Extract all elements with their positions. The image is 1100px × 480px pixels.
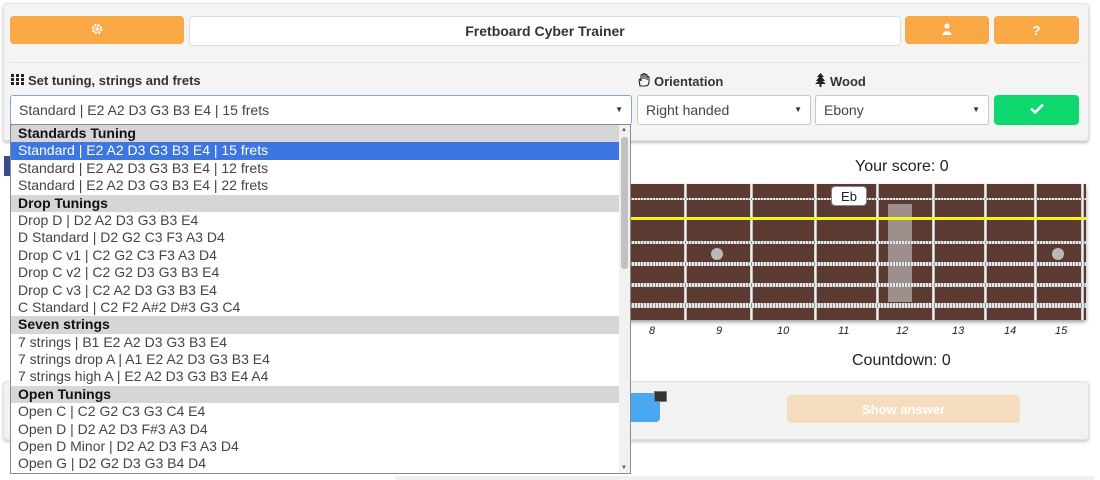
user-button[interactable] <box>905 16 989 44</box>
tree-icon <box>815 73 826 90</box>
tuning-label: Set tuning, strings and frets <box>11 73 201 88</box>
tuning-label-text: Set tuning, strings and frets <box>28 73 201 88</box>
fret-wire <box>984 184 987 320</box>
dropdown-option[interactable]: 7 strings high A | E2 A2 D3 G3 B3 E4 A4 <box>11 368 619 385</box>
fret-number: 9 <box>716 325 723 337</box>
scroll-down-arrow-icon[interactable]: ▼ <box>621 465 627 471</box>
string <box>626 283 1086 287</box>
dropdown-option[interactable]: Open C | C2 G2 C3 G3 C4 E4 <box>11 403 619 420</box>
fret-wire <box>1034 184 1037 320</box>
dropdown-group-header: Standards Tuning <box>11 125 619 143</box>
wood-label: Wood <box>815 73 866 90</box>
chevron-down-icon: ▼ <box>615 105 623 114</box>
wood-label-text: Wood <box>830 74 866 89</box>
string <box>626 303 1086 308</box>
dropdown-option[interactable]: Drop D | D2 A2 D3 G3 B3 E4 <box>11 212 619 229</box>
dropdown-option[interactable]: Drop C v3 | C2 A2 D3 G3 B3 E4 <box>11 282 619 299</box>
check-icon <box>1029 101 1044 119</box>
divider <box>10 62 1082 63</box>
dropdown-option[interactable]: Open D Minor | D2 A2 D3 F3 A3 D4 <box>11 438 619 455</box>
settings-button[interactable] <box>10 16 184 44</box>
dropdown-group-header: Seven strings <box>11 316 619 334</box>
lower-panel-edge <box>395 476 1095 480</box>
dropdown-option[interactable]: 7 strings | B1 E2 A2 D3 G3 B3 E4 <box>11 334 619 351</box>
hand-icon <box>637 72 650 90</box>
user-icon <box>942 22 952 38</box>
dropdown-option-selected[interactable]: Standard | E2 A2 D3 G3 B3 E4 | 15 frets <box>11 142 619 160</box>
help-button[interactable]: ? <box>994 16 1079 44</box>
dropdown-group-header: Open Tunings <box>11 385 619 404</box>
fret-number: 15 <box>1055 325 1068 337</box>
fret-wire <box>684 184 687 320</box>
chevron-down-icon: ▼ <box>794 105 802 114</box>
scroll-up-arrow-icon[interactable]: ▲ <box>621 127 627 133</box>
orientation-select-value: Right handed <box>646 102 730 118</box>
wood-select[interactable]: Ebony ▼ <box>815 95 989 125</box>
note-marker: Eb <box>831 186 867 206</box>
fret-wire <box>814 184 817 320</box>
confirm-button[interactable] <box>994 95 1079 125</box>
fretboard[interactable]: Eb <box>626 184 1086 320</box>
help-button-label: ? <box>1032 22 1041 38</box>
dropdown-option[interactable]: Open G | D2 G2 D3 G3 B4 D4 <box>11 455 619 472</box>
dropdown-group-header: Drop Tunings <box>11 194 619 212</box>
string <box>626 241 1086 244</box>
input-handle <box>654 391 667 402</box>
tuning-dropdown-list[interactable]: Standards Tuning Standard | E2 A2 D3 G3 B… <box>10 124 631 474</box>
string <box>626 262 1086 266</box>
chevron-down-icon: ▼ <box>972 105 980 114</box>
dropdown-option[interactable]: Drop C v1 | C2 G2 C3 F3 A3 D4 <box>11 247 619 264</box>
show-answer-button[interactable]: Show answer <box>787 395 1020 423</box>
tuning-select-value: Standard | E2 A2 D3 G3 B3 E4 | 15 frets <box>19 102 270 118</box>
fret-wire <box>1081 184 1084 320</box>
tuning-select[interactable]: Standard | E2 A2 D3 G3 B3 E4 | 15 frets … <box>10 95 632 125</box>
fret-number: 10 <box>777 325 790 337</box>
scrollbar-thumb[interactable] <box>621 137 628 269</box>
fret-number: 12 <box>896 325 909 337</box>
inlay-dot <box>1052 248 1064 260</box>
highlighted-string <box>626 217 1086 220</box>
orientation-select[interactable]: Right handed ▼ <box>637 95 811 125</box>
dropdown-options: Standards Tuning Standard | E2 A2 D3 G3 B… <box>11 125 619 473</box>
fret-number: 14 <box>1004 325 1017 337</box>
gear-icon <box>91 23 103 38</box>
fret-wire <box>876 184 879 320</box>
grid-icon <box>11 73 24 88</box>
countdown-display: Countdown: 0 <box>852 352 951 369</box>
dropdown-scrollbar[interactable]: ▲ ▼ <box>619 125 630 473</box>
fret-number: 8 <box>649 325 656 337</box>
dropdown-option[interactable]: 7 strings drop A | A1 E2 A2 D3 G3 B3 E4 <box>11 351 619 368</box>
dropdown-option[interactable]: D Standard | D2 G2 C3 F3 A3 D4 <box>11 229 619 246</box>
wood-select-value: Ebony <box>824 102 864 118</box>
page-title: Fretboard Cyber Trainer <box>189 16 901 46</box>
inlay-dot <box>711 248 723 260</box>
dropdown-option[interactable]: Standard | E2 A2 D3 G3 B3 E4 | 22 frets <box>11 177 619 194</box>
fret-wire <box>932 184 935 320</box>
score-display: Your score: 0 <box>855 158 949 175</box>
fret-number: 13 <box>952 325 965 337</box>
orientation-label-text: Orientation <box>654 74 724 89</box>
dropdown-option[interactable]: Standard | E2 A2 D3 G3 B3 E4 | 12 frets <box>11 160 619 177</box>
dropdown-option[interactable]: Drop C v2 | C2 G2 D3 G3 B3 E4 <box>11 264 619 281</box>
dropdown-option[interactable]: C Standard | C2 F2 A#2 D#3 G3 C4 <box>11 299 619 316</box>
fret-number: 11 <box>838 325 850 337</box>
orientation-label: Orientation <box>637 72 724 90</box>
dropdown-option[interactable]: Open D | D2 A2 D3 F#3 A3 D4 <box>11 421 619 438</box>
fret-wire <box>750 184 753 320</box>
